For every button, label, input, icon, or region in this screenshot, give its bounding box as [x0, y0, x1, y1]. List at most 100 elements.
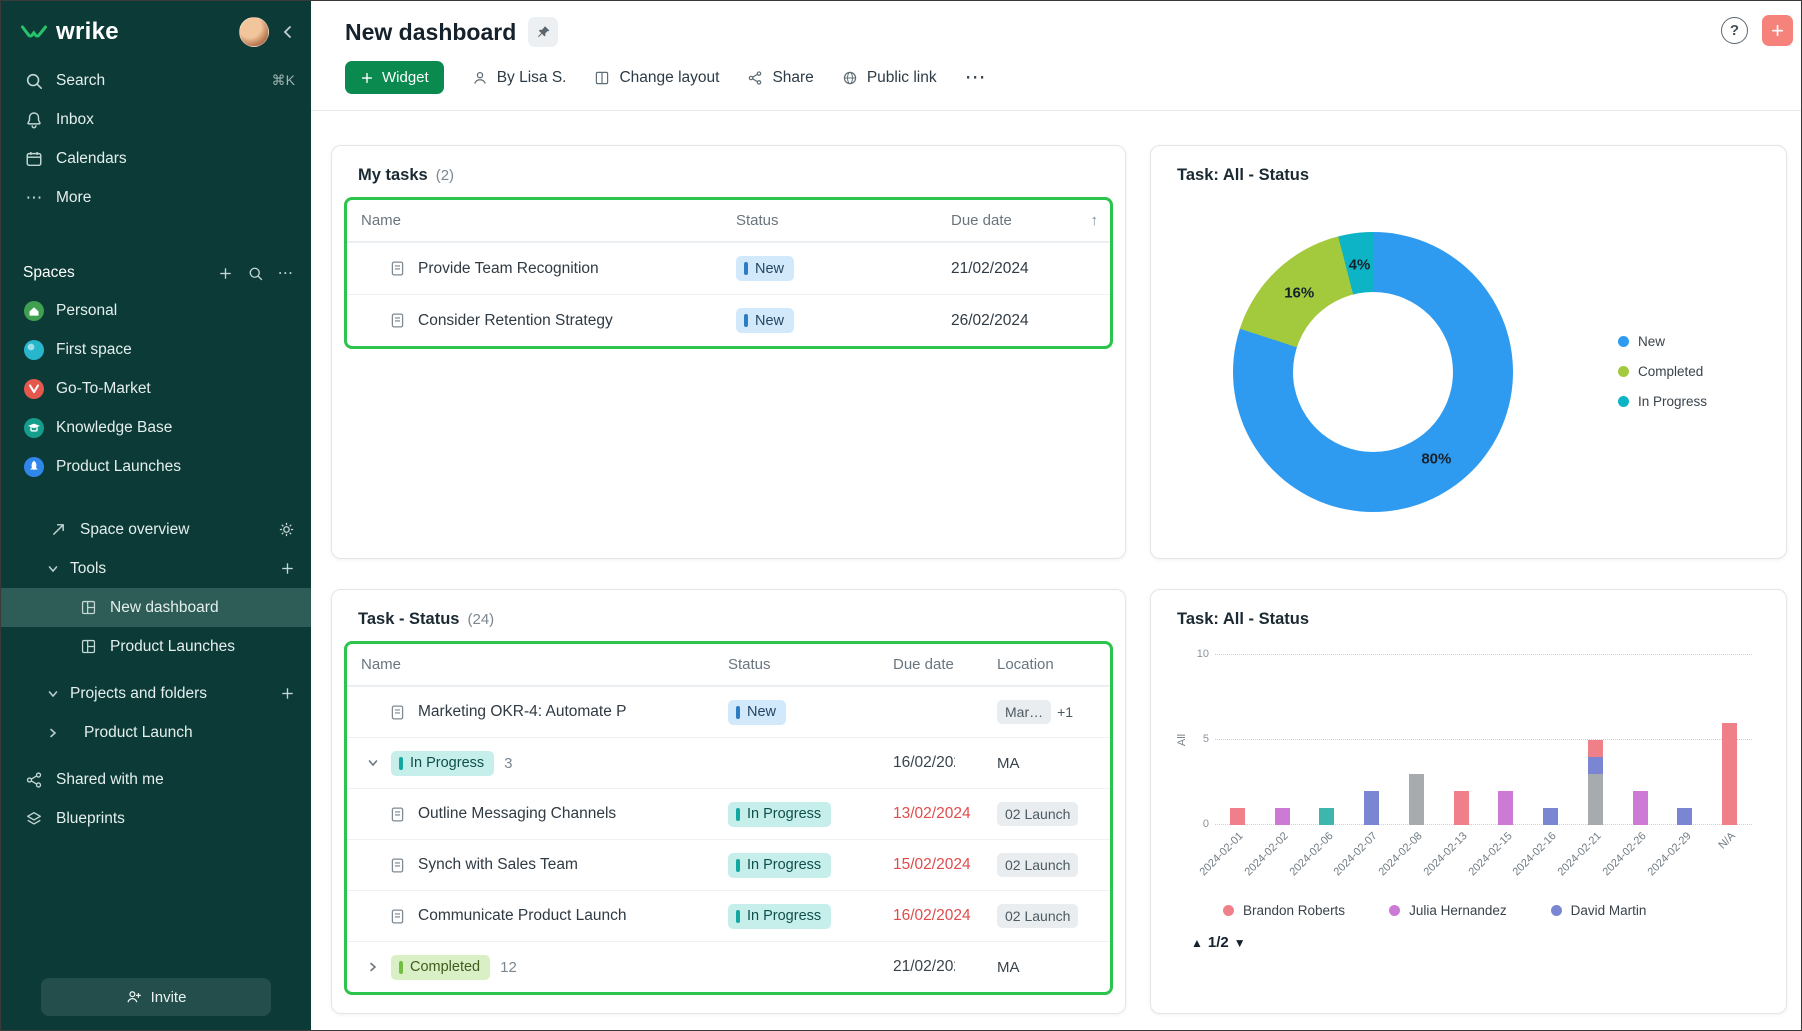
- add-tool-icon[interactable]: [280, 561, 295, 576]
- donut-legend-item[interactable]: In Progress: [1618, 394, 1707, 409]
- bar-legend-item[interactable]: David Martin: [1551, 903, 1647, 918]
- sidebar-item-blueprints[interactable]: Blueprints: [1, 799, 311, 838]
- add-widget-button[interactable]: Widget: [345, 61, 444, 94]
- sidebar-item-more[interactable]: ⋯ More: [1, 178, 311, 217]
- help-button[interactable]: ?: [1721, 17, 1748, 44]
- sidebar-item-space-go-to-market[interactable]: Go-To-Market: [1, 369, 311, 408]
- status-badge[interactable]: New: [736, 308, 794, 333]
- task-row[interactable]: Synch with Sales Team In Progress 15/02/…: [347, 839, 1110, 890]
- column-header-status[interactable]: Status: [736, 212, 951, 229]
- add-button[interactable]: +: [1762, 15, 1793, 46]
- donut-legend-item[interactable]: New: [1618, 334, 1707, 349]
- chevron-right-icon[interactable]: [47, 727, 59, 739]
- task-name[interactable]: Outline Messaging Channels: [418, 805, 616, 823]
- bar-segment[interactable]: [1498, 791, 1513, 825]
- bar-segment[interactable]: [1454, 791, 1469, 825]
- bar-segment[interactable]: [1543, 808, 1558, 825]
- bar-segment[interactable]: [1275, 808, 1290, 825]
- bar-segment[interactable]: [1409, 774, 1424, 825]
- bar-column[interactable]: [1484, 655, 1529, 825]
- bar-segment[interactable]: [1319, 808, 1334, 825]
- task-row[interactable]: Communicate Product Launch In Progress 1…: [347, 890, 1110, 941]
- sidebar-item-space-product-launches[interactable]: Product Launches: [1, 447, 311, 486]
- sidebar-group-projects-and-folders[interactable]: Projects and folders: [1, 674, 311, 713]
- bar-column[interactable]: [1349, 655, 1394, 825]
- status-badge[interactable]: In Progress: [391, 751, 494, 776]
- donut-legend-item[interactable]: Completed: [1618, 364, 1707, 379]
- column-header-name[interactable]: Name: [361, 656, 728, 673]
- collapse-sidebar-icon[interactable]: [281, 25, 295, 39]
- gear-icon[interactable]: [278, 521, 295, 538]
- bar-column[interactable]: [1663, 655, 1708, 825]
- column-header-status[interactable]: Status: [728, 656, 893, 673]
- task-row[interactable]: Consider Retention Strategy New 26/02/20…: [347, 294, 1110, 346]
- change-layout-button[interactable]: Change layout: [594, 69, 719, 87]
- task-row[interactable]: Outline Messaging Channels In Progress 1…: [347, 788, 1110, 839]
- bar-column[interactable]: [1215, 655, 1260, 825]
- bar-segment[interactable]: [1588, 774, 1603, 825]
- sidebar-item-space-first-space[interactable]: First space: [1, 330, 311, 369]
- donut-chart[interactable]: 80%16%4%: [1233, 232, 1513, 512]
- sidebar-item-product-launches-dashboard[interactable]: Product Launches: [1, 627, 311, 666]
- bar-segment[interactable]: [1677, 808, 1692, 825]
- page-down-icon[interactable]: ▼: [1234, 936, 1246, 950]
- task-name[interactable]: Synch with Sales Team: [418, 856, 578, 874]
- spaces-more-icon[interactable]: ⋯: [278, 264, 294, 283]
- bar-segment[interactable]: [1633, 791, 1648, 825]
- status-badge[interactable]: In Progress: [728, 802, 831, 827]
- bar-column[interactable]: [1394, 655, 1439, 825]
- bar-column[interactable]: [1439, 655, 1484, 825]
- location-extra-count[interactable]: +1: [1057, 704, 1073, 720]
- task-name[interactable]: Communicate Product Launch: [418, 907, 627, 925]
- task-name[interactable]: Consider Retention Strategy: [418, 312, 613, 330]
- bar-segment[interactable]: [1230, 808, 1245, 825]
- column-header-due-date[interactable]: Due date: [951, 212, 1096, 229]
- more-options-icon[interactable]: ⋯: [965, 65, 987, 90]
- bar-segment[interactable]: [1364, 791, 1379, 825]
- add-space-icon[interactable]: [218, 266, 233, 281]
- avatar[interactable]: [239, 17, 269, 47]
- bar-column[interactable]: [1305, 655, 1350, 825]
- page-up-icon[interactable]: ▲: [1191, 936, 1203, 950]
- sidebar-item-space-knowledge-base[interactable]: Knowledge Base: [1, 408, 311, 447]
- location-badge[interactable]: Mar…: [997, 700, 1051, 724]
- group-row-completed[interactable]: Completed 12 21/02/2024 MA: [347, 941, 1110, 992]
- status-badge[interactable]: New: [736, 256, 794, 281]
- bar-column[interactable]: [1707, 655, 1752, 825]
- location-badge[interactable]: 02 Launch: [997, 904, 1078, 928]
- status-badge[interactable]: New: [728, 700, 786, 725]
- sidebar-item-calendars[interactable]: Calendars: [1, 139, 311, 178]
- dashboard-author[interactable]: By Lisa S.: [472, 69, 567, 87]
- sort-ascending-icon[interactable]: ↑: [1091, 212, 1099, 229]
- sidebar-item-space-personal[interactable]: Personal: [1, 291, 311, 330]
- column-header-name[interactable]: Name: [361, 212, 736, 229]
- status-badge[interactable]: In Progress: [728, 904, 831, 929]
- group-row-in-progress[interactable]: In Progress 3 16/02/2024 MA: [347, 737, 1110, 788]
- bar-column[interactable]: [1573, 655, 1618, 825]
- wrike-logo[interactable]: wrike: [21, 18, 119, 46]
- pin-icon[interactable]: [528, 17, 558, 47]
- task-name[interactable]: Marketing OKR-4: Automate P: [418, 703, 626, 721]
- status-badge[interactable]: In Progress: [728, 853, 831, 878]
- bar-segment[interactable]: [1588, 757, 1603, 774]
- public-link-button[interactable]: Public link: [842, 69, 937, 87]
- bar-column[interactable]: [1528, 655, 1573, 825]
- status-badge[interactable]: Completed: [391, 955, 490, 980]
- invite-button[interactable]: Invite: [41, 978, 271, 1016]
- chevron-down-icon[interactable]: [367, 757, 379, 769]
- location-badge[interactable]: 02 Launch: [997, 853, 1078, 877]
- sidebar-group-tools[interactable]: Tools: [1, 549, 311, 588]
- bar-legend-item[interactable]: Julia Hernandez: [1389, 903, 1507, 918]
- location-badge[interactable]: 02 Launch: [997, 802, 1078, 826]
- sidebar-item-search[interactable]: Search ⌘K: [1, 61, 311, 100]
- sidebar-item-product-launch[interactable]: Product Launch: [1, 713, 311, 752]
- bar-segment[interactable]: [1588, 740, 1603, 757]
- bar-legend-item[interactable]: Brandon Roberts: [1223, 903, 1345, 918]
- sidebar-item-shared-with-me[interactable]: Shared with me: [1, 760, 311, 799]
- sidebar-item-inbox[interactable]: Inbox: [1, 100, 311, 139]
- share-button[interactable]: Share: [747, 69, 813, 87]
- task-row[interactable]: Marketing OKR-4: Automate P New Mar… +1: [347, 686, 1110, 737]
- bar-segment[interactable]: [1722, 723, 1737, 825]
- add-project-icon[interactable]: [280, 686, 295, 701]
- chevron-right-icon[interactable]: [367, 961, 379, 973]
